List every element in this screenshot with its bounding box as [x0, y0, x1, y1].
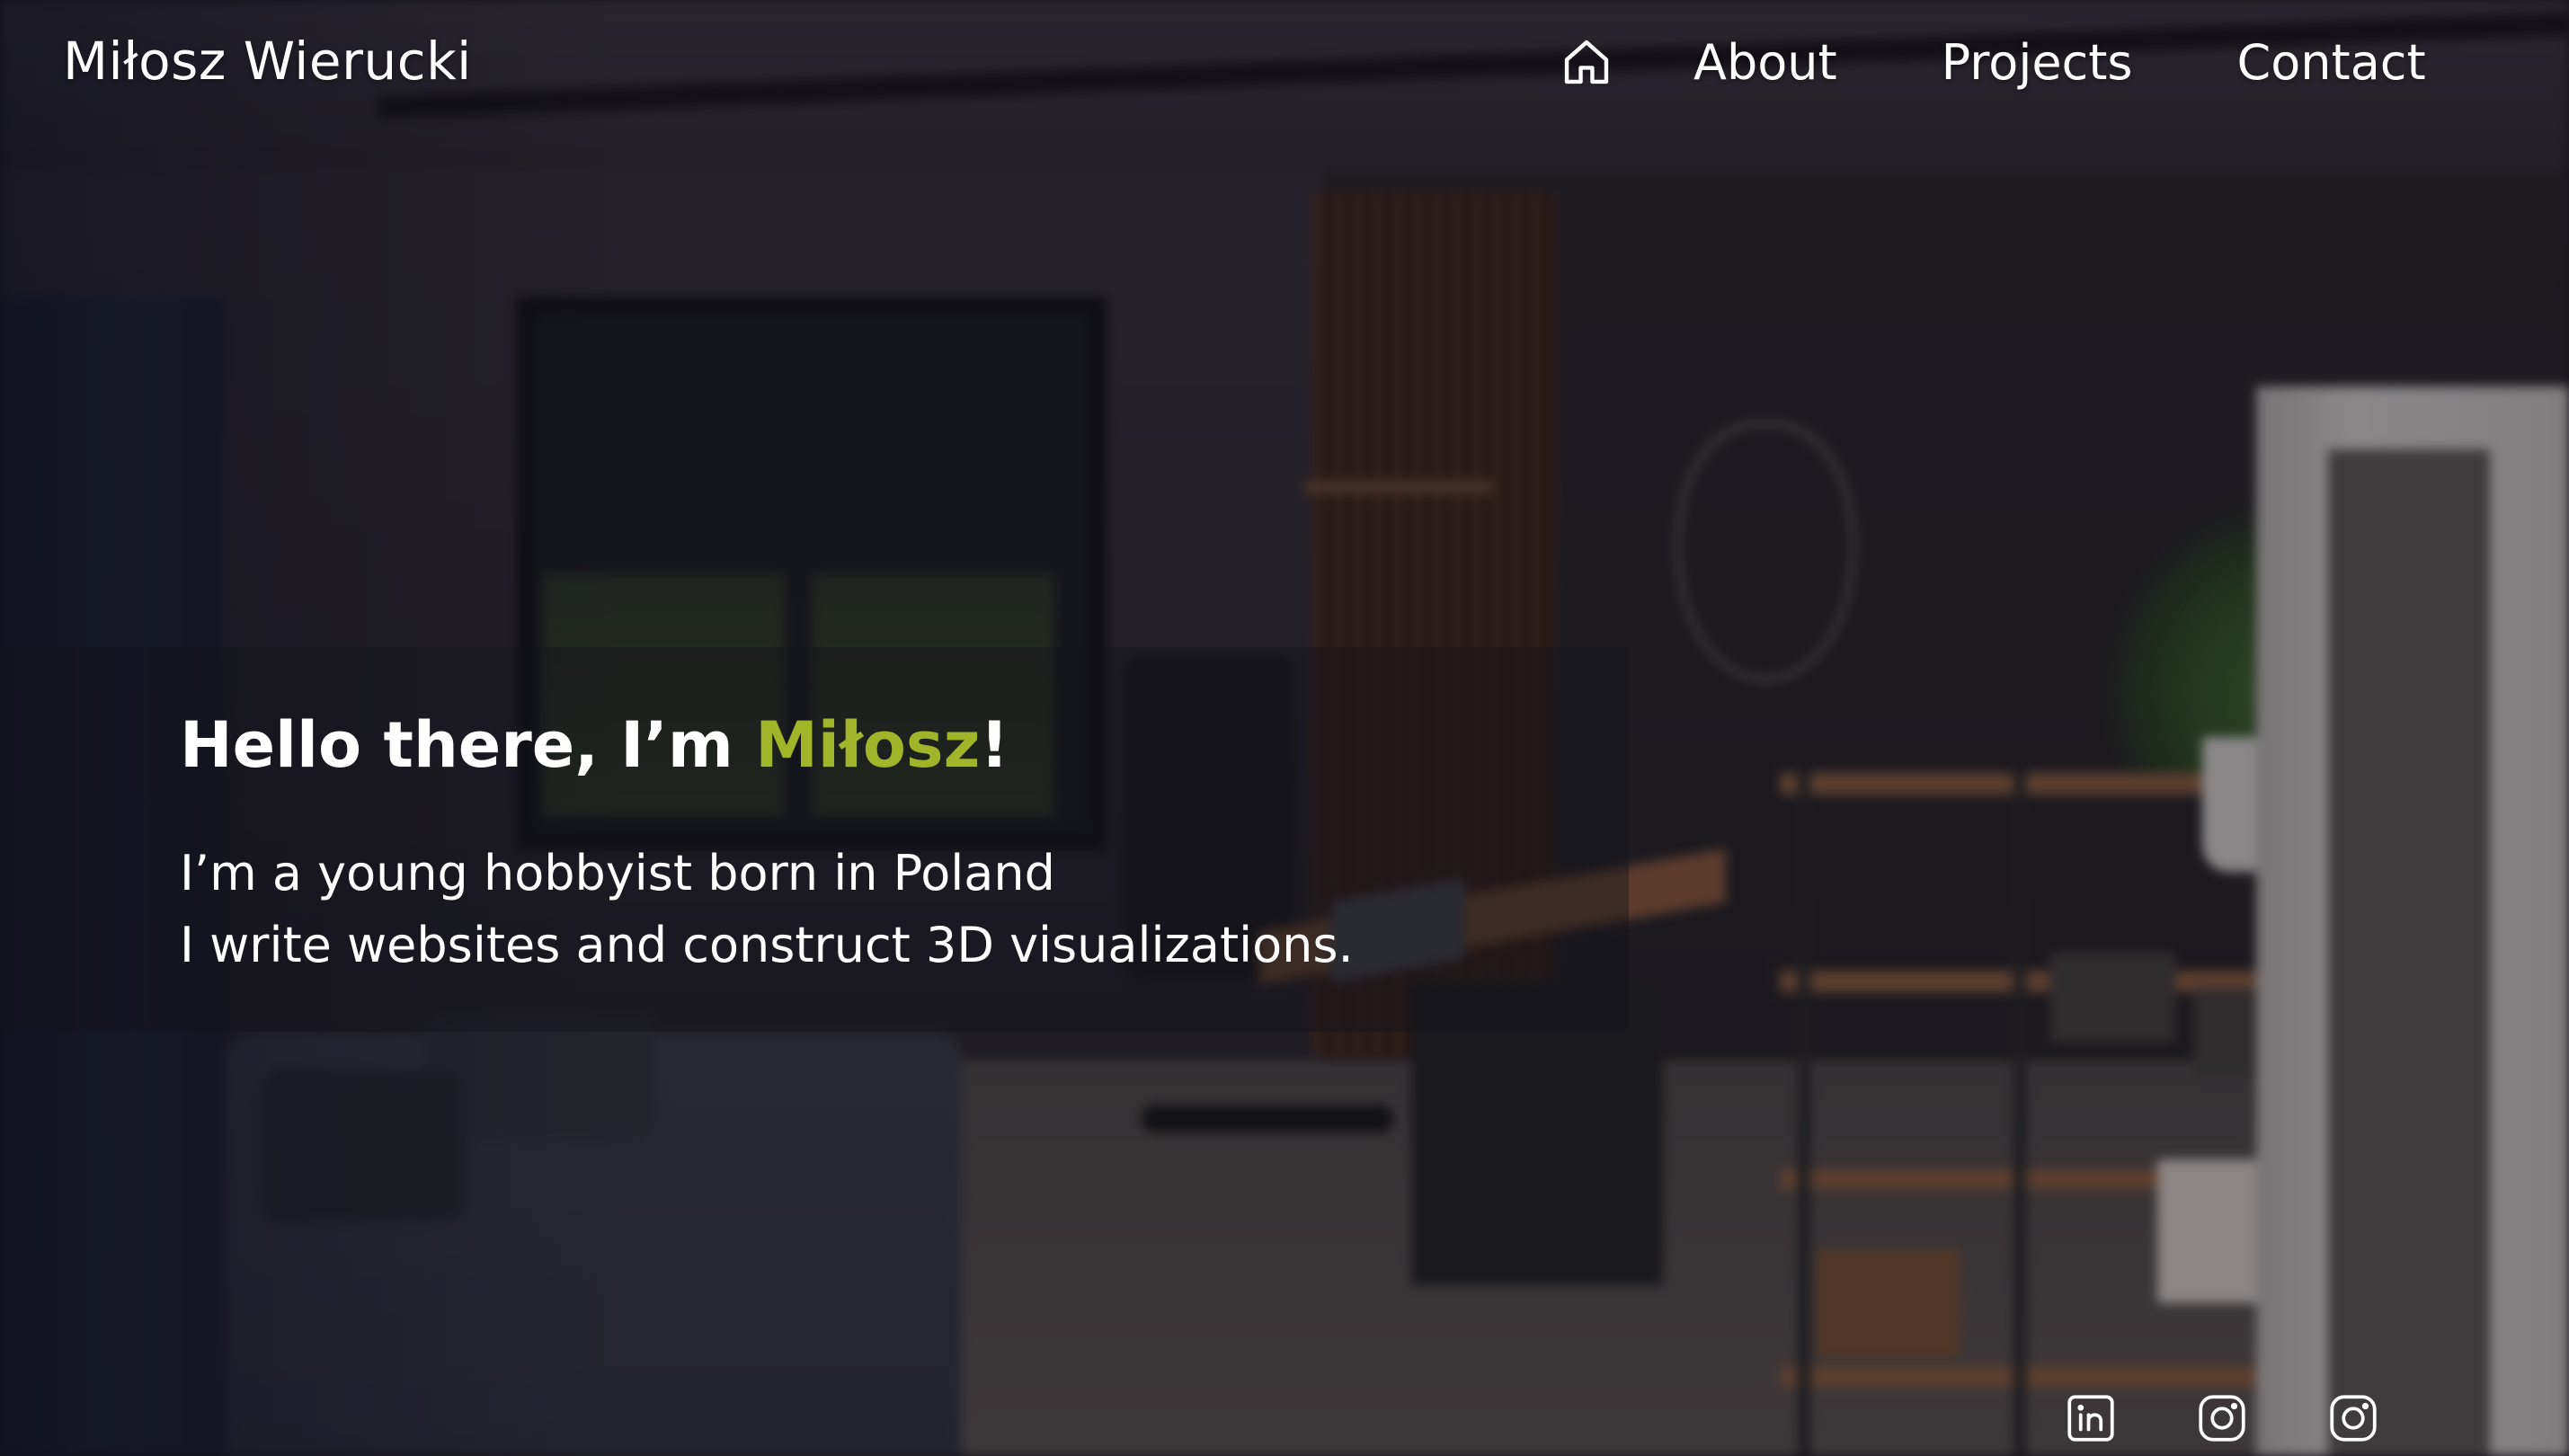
hero-banner: Hello there, I’m Miłosz! I’m a young hob… [0, 647, 1629, 1032]
hero-heading: Hello there, I’m Miłosz! [180, 708, 1009, 782]
linkedin-icon[interactable] [2064, 1391, 2118, 1445]
hero-greeting-suffix: ! [980, 708, 1009, 782]
instagram-icon[interactable] [2326, 1391, 2380, 1445]
brand-logo-link[interactable]: Miłosz Wierucki [63, 31, 472, 92]
home-icon[interactable] [1555, 31, 1618, 93]
social-links [2064, 1391, 2380, 1445]
hero-intro-line-1: I’m a young hobbyist born in Poland [180, 845, 1055, 901]
nav-link-about[interactable]: About [1693, 34, 1837, 91]
site-header: Miłosz Wierucki About Projects Contact [0, 0, 2569, 126]
main-nav: About Projects Contact [1555, 31, 2426, 93]
hero-greeting-name: Miłosz [755, 708, 981, 782]
instagram-icon[interactable] [2195, 1391, 2249, 1445]
hero-intro-line-2: I write websites and construct 3D visual… [180, 917, 1354, 973]
nav-link-projects[interactable]: Projects [1942, 34, 2133, 91]
page: Miłosz Wierucki About Projects Contact H… [0, 0, 2569, 1456]
hero-greeting-prefix: Hello there, I’m [180, 708, 756, 782]
nav-link-contact[interactable]: Contact [2237, 34, 2426, 91]
